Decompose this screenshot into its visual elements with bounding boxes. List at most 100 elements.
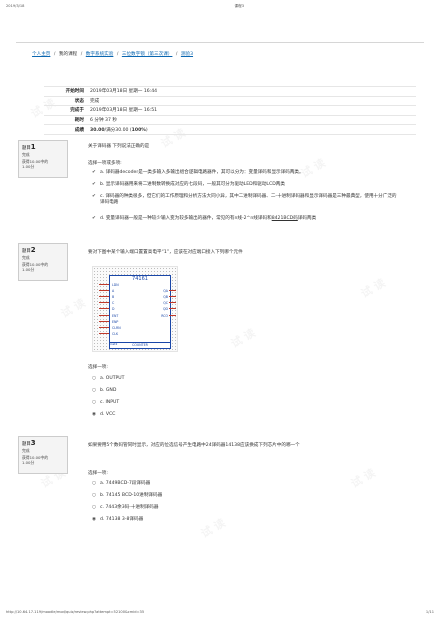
answer-option[interactable]: ○ b. GND (92, 388, 400, 394)
question-text: 要对下图中某个输入端口置置高电平“1”，应该在对应端口接入下列哪个元件 (88, 250, 243, 255)
radio-icon[interactable]: ○ (92, 388, 100, 393)
breadcrumb-section[interactable]: 三位数字锁（第三次课） (122, 52, 173, 57)
checked-checkbox-icon[interactable]: ✔ (92, 170, 100, 175)
option-text: a. 译码器decoder是一类多输入多输出组合逻辑电路器件，其可以分为：变量译… (100, 170, 304, 175)
radio-icon[interactable]: ○ (92, 493, 100, 498)
chip-pin-left: B (112, 295, 115, 299)
answer-option[interactable]: ○ a. 7449BCD-7段译码器 (92, 481, 400, 487)
attempt-summary-table: 开始时间 2019年03月18日 星期一 16:44 状态 完成 完成于 201… (44, 86, 416, 135)
question-score: 获得10.00中的 1.00分 (22, 262, 49, 272)
answer-option[interactable]: ○ b. 74145 BCD-10进制译码器 (92, 493, 400, 499)
chip-pin-left: C (112, 301, 115, 305)
summary-label: 状态 (74, 98, 84, 104)
chip-instance-ref: inst2 (110, 342, 118, 346)
radio-icon[interactable]: ○ (92, 481, 100, 486)
print-date: 2019/3/18 (6, 4, 25, 8)
chip-pin-left: ENP (112, 320, 119, 324)
pin-wire (169, 296, 176, 297)
pin-wire (169, 308, 176, 309)
pin-wire (99, 296, 109, 297)
summary-row: 成绩 30.00/满分30.00 (100%) (44, 125, 416, 135)
answer-prompt: 选择一项: (88, 471, 108, 476)
answer-option[interactable]: ○ a. OUTPUT (92, 376, 400, 382)
option-text: c. 7443余3码-十进制译码器 (100, 505, 159, 510)
option-text: c. 译码器的种类很多，但它们的工作原理和分析方法大同小异，其中二进制译码器、二… (100, 194, 397, 205)
pin-wire (99, 290, 109, 291)
grade-close: ) (145, 127, 148, 133)
summary-label: 耗时 (74, 118, 84, 124)
breadcrumb-sep: / (53, 52, 56, 57)
summary-value: 2019年03月18日 星期一 16:44 (90, 89, 158, 95)
selected-radio-icon[interactable]: ◉ (92, 412, 100, 417)
pin-wire (169, 315, 176, 316)
answer-prompt: 选择一项: (88, 365, 108, 370)
answer-option[interactable]: ○ c. INPUT (92, 400, 400, 406)
breadcrumb: 个人主页 / 我的课程 / 数字系统实验 / 三位数字锁（第三次课） / 测验3 (32, 51, 193, 57)
summary-value: 完成 (90, 98, 100, 104)
summary-value: 2019年03月18日 星期一 16:51 (90, 108, 158, 114)
chip-pin-left: D (112, 307, 115, 311)
option-text: a. 7449BCD-7段译码器 (100, 481, 151, 486)
question-score: 获得10.00中的 1.00分 (22, 455, 49, 465)
chip-footer: COUNTER (110, 342, 170, 348)
option-text: d. 变量译码器一般是一种较少输入变为较多输出的器件，常见的有n线-2^n线译码… (100, 216, 317, 221)
pin-wire (169, 290, 176, 291)
question-state: 完成 (22, 152, 30, 157)
radio-icon[interactable]: ○ (92, 505, 100, 510)
summary-row: 耗时 6 分钟 37 秒 (44, 116, 416, 126)
option-text: b. GND (100, 388, 117, 393)
breadcrumb-sep: / (80, 52, 83, 57)
question-number: 题目1 (22, 143, 36, 151)
chip-pin-right: QD (163, 307, 168, 311)
option-text: c. INPUT (100, 400, 120, 405)
chip-pin-left: CLRN (112, 326, 121, 330)
answer-option[interactable]: ◉ d. 74138 3-8译码器 (92, 517, 400, 523)
chip-pin-left: ENT (112, 314, 119, 318)
counter-74161-diagram: 74161 LDN A B C D ENT ENP CLRN CLK QA QB… (92, 266, 178, 352)
print-header: 2019/3/18 课程3 (6, 4, 434, 9)
grade-percent: 100% (131, 127, 146, 133)
question-info-2: 题目2 完成 获得10.00中的 1.00分 (18, 243, 68, 281)
chip-pin-left: LDN (112, 283, 119, 287)
pin-wire (99, 284, 109, 285)
question-text: 如果要用5个数码管同时显示，对应的位选信号产生电路中24译码器14138应该换成… (88, 443, 300, 448)
option-text: b. 74145 BCD-10进制译码器 (100, 493, 163, 498)
breadcrumb-course[interactable]: 数字系统实验 (86, 52, 114, 57)
answer-option[interactable]: ○ c. 7443余3码-十进制译码器 (92, 505, 400, 511)
breadcrumb-my-courses: 我的课程 (58, 52, 78, 57)
chip-pin-right: RCO (161, 314, 168, 318)
chip-pin-right: QC (163, 301, 168, 305)
pin-wire (99, 308, 109, 309)
summary-label: 开始时间 (65, 89, 84, 95)
breadcrumb-home[interactable]: 个人主页 (32, 52, 50, 57)
summary-value: 6 分钟 37 秒 (90, 118, 117, 124)
answer-option[interactable]: ✔ d. 变量译码器一般是一种较少输入变为较多输出的器件，常见的有n线-2^n线… (92, 216, 400, 222)
answer-prompt: 选择一项或多项: (88, 161, 122, 166)
question-info-1: 题目1 完成 获得10.00中的 1.00分 (18, 140, 68, 178)
pin-wire (99, 333, 109, 334)
print-footer: http://10.64.17.119/moodle/mod/quiz/revi… (6, 610, 434, 614)
answer-option[interactable]: ◉ d. VCC (92, 412, 400, 418)
answer-option[interactable]: ✔ c. 译码器的种类很多，但它们的工作原理和分析方法大同小异，其中二进制译码器… (92, 194, 400, 206)
summary-label: 完成于 (70, 108, 84, 114)
option-text: b. 显示译码器用来将二进制数转换成对应的七段码，一般其可分为驱动LED和驱动L… (100, 182, 285, 187)
selected-radio-icon[interactable]: ◉ (92, 517, 100, 522)
answer-option[interactable]: ✔ b. 显示译码器用来将二进制数转换成对应的七段码，一般其可分为驱动LED和驱… (92, 182, 400, 188)
checked-checkbox-icon[interactable]: ✔ (92, 216, 100, 221)
breadcrumb-sep: / (116, 52, 119, 57)
radio-icon[interactable]: ○ (92, 400, 100, 405)
summary-grade: 30.00/满分30.00 (100%) (90, 127, 148, 133)
radio-icon[interactable]: ○ (92, 376, 100, 381)
checked-checkbox-icon[interactable]: ✔ (92, 194, 100, 199)
checked-checkbox-icon[interactable]: ✔ (92, 182, 100, 187)
option-text: d. 74138 3-8译码器 (100, 517, 144, 522)
breadcrumb-quiz[interactable]: 测验3 (181, 52, 193, 57)
chip-pin-right: QA (163, 289, 168, 293)
chip-pin-right: QB (163, 295, 168, 299)
pin-wire (99, 302, 109, 303)
pin-wire (99, 321, 109, 322)
grade-value: 30.00 (90, 127, 105, 133)
question-info-3: 题目3 完成 获得10.00中的 1.00分 (18, 436, 68, 474)
pin-wire (169, 302, 176, 303)
answer-option[interactable]: ✔ a. 译码器decoder是一类多输入多输出组合逻辑电路器件，其可以分为：变… (92, 170, 400, 176)
